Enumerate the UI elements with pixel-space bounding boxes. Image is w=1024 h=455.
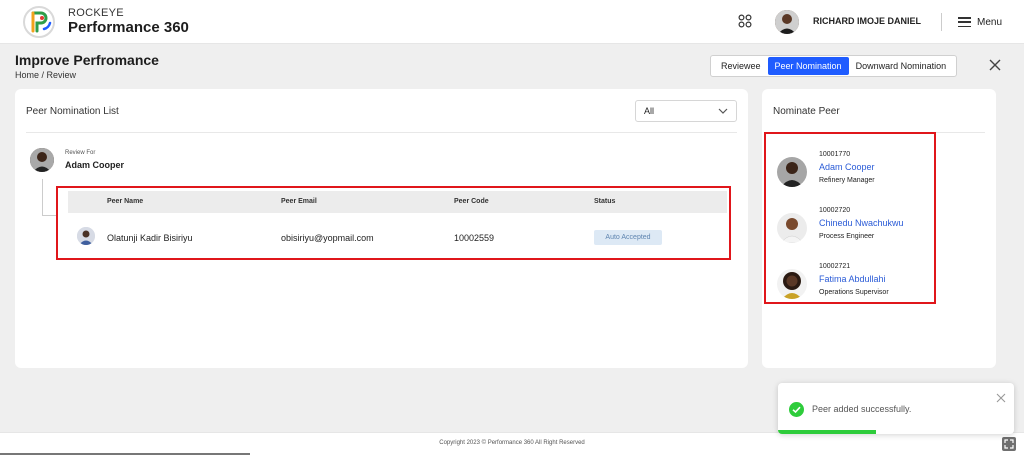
list-item[interactable]: 10002720 Chinedu Nwachukwu Process Engin… <box>777 206 957 250</box>
peer-name-link[interactable]: Fatima Abdullahi <box>819 274 886 284</box>
card-title: Nominate Peer <box>773 106 840 117</box>
tab-peer-nomination[interactable]: Peer Nomination <box>767 57 849 75</box>
close-icon[interactable] <box>988 58 1002 72</box>
peer-code: 10001770 <box>819 151 851 158</box>
brand-name: Performance 360 <box>68 19 189 36</box>
user-name[interactable]: RICHARD IMOJE DANIEL <box>813 16 921 26</box>
peer-code-cell: 10002559 <box>454 233 495 243</box>
tree-connector <box>42 215 56 216</box>
copyright-text: Copyright 2023 © Performance 360 All Rig… <box>439 440 585 446</box>
peer-code: 10002721 <box>819 263 851 270</box>
review-tabs: Reviewee Peer Nomination Downward Nomina… <box>710 55 958 77</box>
check-circle-icon <box>789 402 804 417</box>
apps-grid-icon[interactable] <box>738 14 752 28</box>
peer-role: Refinery Manager <box>819 177 875 184</box>
tab-downward-nomination[interactable]: Downward Nomination <box>849 57 954 75</box>
success-toast: Peer added successfully. <box>778 383 1014 434</box>
tree-connector <box>42 179 43 215</box>
breadcrumb[interactable]: Home / Review <box>15 70 76 80</box>
header-divider <box>941 13 942 31</box>
footer: Copyright 2023 © Performance 360 All Rig… <box>0 432 1024 455</box>
peer-code: 10002720 <box>819 207 851 214</box>
peer-table: Peer Name Peer Email Peer Code Status Ol… <box>68 191 727 255</box>
status-badge: Auto Accepted <box>594 230 662 245</box>
toast-message: Peer added successfully. <box>812 404 912 414</box>
brand-tagline: ROCKEYE <box>68 7 124 19</box>
reviewee-avatar <box>30 148 54 172</box>
peer-name-cell: Olatunji Kadir Bisiriyu <box>107 233 193 243</box>
page-title: Improve Perfromance <box>15 52 159 68</box>
filter-value: All <box>644 106 655 116</box>
close-icon[interactable] <box>996 393 1006 403</box>
fullscreen-icon[interactable] <box>1002 437 1016 451</box>
tab-reviewee[interactable]: Reviewee <box>714 57 768 75</box>
review-for-label: Review For <box>65 150 96 156</box>
review-for-name: Adam Cooper <box>65 160 125 170</box>
menu-label: Menu <box>977 16 1003 28</box>
column-header-status: Status <box>594 198 616 205</box>
column-header-peer-email: Peer Email <box>281 198 317 205</box>
performance-360-logo[interactable] <box>22 5 56 39</box>
peer-nomination-list-card: Peer Nomination List All Review For Adam… <box>15 89 748 368</box>
peer-avatar <box>777 213 807 243</box>
table-header: Peer Name Peer Email Peer Code Status <box>68 191 727 213</box>
toast-progress-bar <box>778 430 876 434</box>
card-title: Peer Nomination List <box>26 106 119 117</box>
top-bar: ROCKEYE Performance 360 RICHARD IMOJE DA… <box>0 0 1024 44</box>
peer-role: Process Engineer <box>819 233 875 240</box>
filter-select[interactable]: All <box>635 100 737 122</box>
list-item[interactable]: 10001770 Adam Cooper Refinery Manager <box>777 150 957 194</box>
peer-email-cell: obisiriyu@yopmail.com <box>281 233 374 243</box>
peer-avatar <box>77 227 95 245</box>
list-item[interactable]: 10002721 Fatima Abdullahi Operations Sup… <box>777 262 957 306</box>
card-divider <box>26 132 737 133</box>
peer-name-link[interactable]: Adam Cooper <box>819 162 875 172</box>
menu-button[interactable]: Menu <box>958 14 1002 30</box>
peer-role: Operations Supervisor <box>819 289 889 296</box>
column-header-peer-code: Peer Code <box>454 198 489 205</box>
peer-avatar <box>777 157 807 187</box>
user-avatar[interactable] <box>775 10 799 34</box>
hamburger-icon <box>958 17 971 27</box>
chevron-down-icon <box>718 108 728 114</box>
nominate-peer-card: Nominate Peer 10001770 Adam Cooper Refin… <box>762 89 996 368</box>
peer-avatar <box>777 269 807 299</box>
column-header-peer-name: Peer Name <box>107 198 144 205</box>
peer-name-link[interactable]: Chinedu Nwachukwu <box>819 218 904 228</box>
